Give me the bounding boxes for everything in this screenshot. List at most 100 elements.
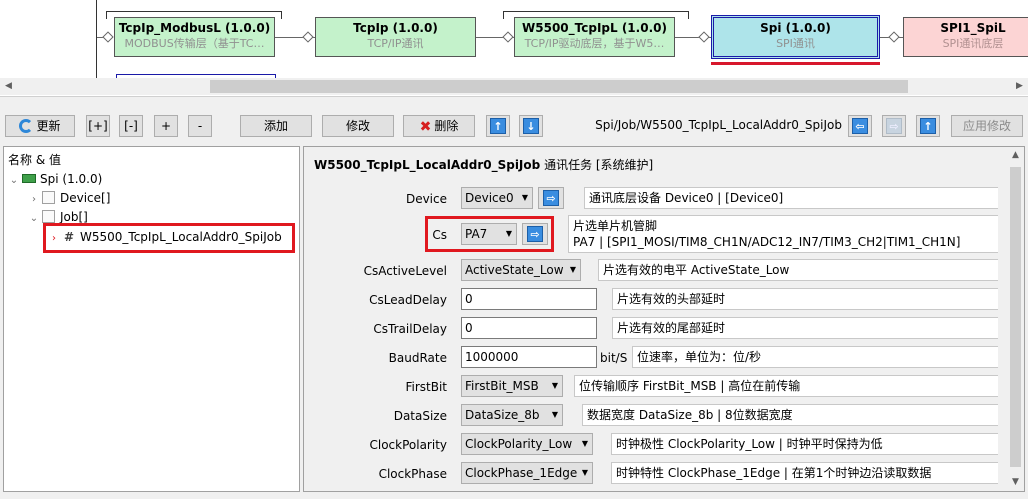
- node-title: TcpIp_ModbusL (1.0.0): [118, 21, 271, 35]
- nav-parent-button[interactable]: ↑: [916, 115, 940, 137]
- firstbit-value: FirstBit_MSB: [465, 379, 539, 393]
- csactivelevel-label: CsActiveLevel: [363, 264, 447, 278]
- tree-item-spi[interactable]: ⌄ Spi (1.0.0): [8, 170, 102, 189]
- csactivelevel-value: ActiveState_Low: [465, 263, 564, 277]
- nav-back-button[interactable]: ⇦: [848, 115, 872, 137]
- connector-diamond: [102, 31, 114, 43]
- job-type: 通讯任务 [系统维护]: [544, 158, 654, 172]
- plus-button[interactable]: +: [154, 115, 178, 137]
- node-subtitle: SPI通讯: [776, 37, 815, 50]
- csleaddelay-label: CsLeadDelay: [369, 293, 447, 307]
- add-button[interactable]: 添加: [240, 115, 312, 137]
- delete-button[interactable]: ✖ 删除: [403, 115, 475, 137]
- bracket-line: [503, 11, 504, 19]
- move-down-button[interactable]: ↓: [519, 115, 543, 137]
- device-label: Device: [405, 192, 447, 206]
- horizontal-scrollbar[interactable]: ◀ ▶: [0, 78, 1028, 95]
- dropdown-arrow-icon: ▼: [581, 439, 588, 448]
- scroll-down-icon[interactable]: ▼: [1007, 474, 1024, 491]
- dependency-diagram: TcpIp_ModbusL (1.0.0) MODBUS传输层（基于TC… Tc…: [0, 0, 1028, 97]
- baudrate-input[interactable]: 1000000: [461, 346, 597, 368]
- clockpolarity-select[interactable]: ClockPolarity_Low ▼: [461, 433, 593, 455]
- cstraildelay-description: 片选有效的尾部延时: [612, 317, 998, 339]
- clockphase-select[interactable]: ClockPhase_1Edge ▼: [461, 462, 593, 484]
- expand-caret-icon[interactable]: ⌄: [28, 209, 40, 228]
- baudrate-unit: bit/S: [600, 351, 628, 365]
- csactivelevel-select[interactable]: ActiveState_Low ▼: [461, 259, 581, 281]
- refresh-icon: [19, 118, 34, 133]
- csleaddelay-description: 片选有效的头部延时: [612, 288, 998, 310]
- highlight-box: [43, 223, 295, 253]
- folder-icon: [42, 210, 55, 223]
- node-title: SPI1_SpiL: [940, 21, 1006, 35]
- device-goto-button[interactable]: ⇨: [538, 187, 564, 209]
- device-description: 通讯底层设备 Device0 | [Device0]: [584, 187, 998, 209]
- node-tcpip[interactable]: TcpIp (1.0.0) TCP/IP通讯: [315, 17, 476, 57]
- node-subtitle: TCP/IP驱动底层，基于W5…: [524, 37, 665, 50]
- delete-label: 删除: [434, 119, 459, 133]
- refresh-label: 更新: [36, 119, 61, 133]
- scroll-thumb[interactable]: [1010, 167, 1021, 467]
- csleaddelay-input[interactable]: 0: [461, 288, 597, 310]
- scroll-left-icon[interactable]: ◀: [0, 78, 17, 95]
- vertical-scrollbar[interactable]: ▲ ▼: [1007, 147, 1024, 491]
- bracket-line: [688, 11, 689, 19]
- baudrate-description: 位速率，单位为：位/秒: [632, 346, 998, 368]
- cs-description-title: 片选单片机管脚: [573, 219, 658, 233]
- selected-node-underline: [711, 62, 880, 65]
- connector-diamond: [502, 31, 514, 43]
- datasize-select[interactable]: DataSize_8b ▼: [461, 404, 563, 426]
- firstbit-select[interactable]: FirstBit_MSB ▼: [461, 375, 563, 397]
- clockphase-value: ClockPhase_1Edge: [465, 466, 578, 480]
- scroll-thumb[interactable]: [210, 80, 908, 93]
- dropdown-arrow-icon: ▼: [581, 468, 588, 477]
- arrow-right-icon: ⇨: [543, 190, 559, 206]
- device-value: Device0: [465, 191, 514, 205]
- datasize-description: 数据宽度 DataSize_8b | 8位数据宽度: [582, 404, 998, 426]
- node-subtitle: TCP/IP通讯: [367, 37, 424, 50]
- cstraildelay-input[interactable]: 0: [461, 317, 597, 339]
- expand-caret-icon[interactable]: ⌄: [8, 171, 20, 190]
- refresh-button[interactable]: 更新: [5, 115, 75, 137]
- connector-diamond: [888, 31, 900, 43]
- firstbit-description: 位传输顺序 FirstBit_MSB | 高位在前传输: [574, 375, 998, 397]
- collapse-all-button[interactable]: [-]: [119, 115, 143, 137]
- minus-button[interactable]: -: [188, 115, 212, 137]
- edit-button[interactable]: 修改: [322, 115, 394, 137]
- node-title: TcpIp (1.0.0): [353, 21, 438, 35]
- connector-diamond: [302, 31, 314, 43]
- node-subtitle: SPI通讯底层: [942, 37, 1004, 50]
- property-panel: W5500_TcpIpL_LocalAddr0_SpiJob 通讯任务 [系统维…: [303, 146, 1025, 492]
- tree-item-label: Device[]: [60, 191, 111, 205]
- clockpolarity-value: ClockPolarity_Low: [465, 437, 573, 451]
- node-title: Spi (1.0.0): [760, 21, 831, 35]
- arrow-up-icon: ↑: [490, 117, 506, 134]
- move-up-button[interactable]: ↑: [486, 115, 510, 137]
- tree-item-label: Job[]: [60, 210, 88, 224]
- nav-forward-button[interactable]: ⇨: [882, 115, 906, 137]
- expand-all-button[interactable]: [+]: [86, 115, 110, 137]
- node-spi-selected[interactable]: Spi (1.0.0) SPI通讯: [711, 15, 880, 59]
- scroll-up-icon[interactable]: ▲: [1007, 147, 1024, 164]
- node-spi1-spil[interactable]: SPI1_SpiL SPI通讯底层: [903, 17, 1028, 57]
- highlight-box: [425, 216, 554, 252]
- tree-item-device[interactable]: › Device[]: [28, 189, 110, 208]
- dropdown-arrow-icon: ▼: [551, 381, 558, 390]
- scroll-right-icon[interactable]: ▶: [1011, 78, 1028, 95]
- expand-caret-icon[interactable]: ›: [28, 190, 40, 209]
- arrow-left-icon: ⇦: [852, 117, 868, 134]
- baudrate-label: BaudRate: [388, 351, 447, 365]
- apply-changes-button[interactable]: 应用修改: [951, 115, 1023, 137]
- chip-icon: [22, 174, 36, 183]
- property-title: W5500_TcpIpL_LocalAddr0_SpiJob 通讯任务 [系统维…: [314, 156, 653, 173]
- node-w5500-tcpipl[interactable]: W5500_TcpIpL (1.0.0) TCP/IP驱动底层，基于W5…: [514, 17, 675, 57]
- node-title: W5500_TcpIpL (1.0.0): [522, 21, 667, 35]
- bracket-line: [503, 11, 689, 12]
- folder-icon: [42, 191, 55, 204]
- clockpolarity-label: ClockPolarity: [369, 438, 447, 452]
- node-tcpip-modbusl[interactable]: TcpIp_ModbusL (1.0.0) MODBUS传输层（基于TC…: [114, 17, 275, 57]
- device-select[interactable]: Device0 ▼: [461, 187, 533, 209]
- clockphase-label: ClockPhase: [378, 467, 447, 481]
- datasize-label: DataSize: [393, 409, 447, 423]
- cs-description: 片选单片机管脚 PA7 | [SPI1_MOSI/TIM8_CH1N/ADC12…: [568, 215, 998, 253]
